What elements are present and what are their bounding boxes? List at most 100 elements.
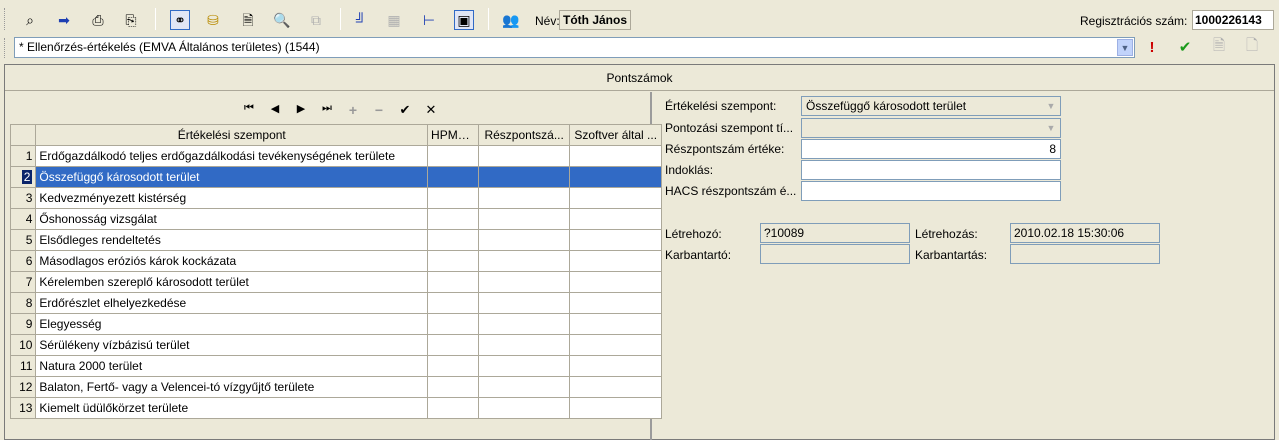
toolbar-grip[interactable] [4,8,7,30]
table-row[interactable]: 7 Kérelemben szereplő károsodott terület [9,271,662,293]
hpme-cell[interactable] [427,145,479,167]
check-icon[interactable]: ✔ [1176,38,1194,56]
szempont-cell[interactable]: Kiemelt üdülőkörzet területe [35,397,429,419]
szempont-cell[interactable]: Összefüggő károsodott terület [35,166,429,188]
row-number[interactable]: 7 [9,271,37,293]
exclamation-icon[interactable]: ! [1143,38,1161,56]
reszpontszam-cell[interactable] [477,355,571,377]
hpme-cell[interactable] [427,229,479,251]
table-row[interactable]: 9 Elegyesség [9,313,662,335]
row-number[interactable]: 2 [9,166,37,188]
szoftver-cell[interactable] [569,355,662,377]
reszpontszam-cell[interactable] [477,334,571,356]
row-number[interactable]: 6 [9,250,37,272]
users-icon[interactable]: 👥 [501,10,521,30]
reszpontszam-input[interactable]: 8 [801,139,1061,159]
szoftver-cell[interactable] [569,292,662,314]
szempont-cell[interactable]: Erdőgazdálkodó teljes erdőgazdálkodási t… [35,145,429,167]
szoftver-cell[interactable] [569,313,662,335]
row-number[interactable]: 4 [9,208,37,230]
table-row[interactable]: 11 Natura 2000 terület [9,355,662,377]
szoftver-cell[interactable] [569,187,662,209]
indoklas-input[interactable] [801,160,1061,180]
table-row[interactable]: 6 Másodlagos eróziós károk kockázata [9,250,662,272]
szoftver-cell[interactable] [569,397,662,419]
szoftver-cell[interactable] [569,250,662,272]
next-record-icon[interactable]: ▶ [288,102,314,118]
reszpontszam-cell[interactable] [477,229,571,251]
row-number[interactable]: 10 [9,334,37,356]
szempont-cell[interactable]: Kérelemben szereplő károsodott terület [35,271,429,293]
tree-icon[interactable]: ⊢ [419,10,439,30]
hpme-cell[interactable] [427,187,479,209]
szoftver-cell[interactable] [569,208,662,230]
szempont-cell[interactable]: Elsődleges rendeltetés [35,229,429,251]
table-row[interactable]: 2 Összefüggő károsodott terület [9,166,662,188]
reszpontszam-cell[interactable] [477,145,571,167]
reszpontszam-cell[interactable] [477,166,571,188]
row-number[interactable]: 9 [9,313,37,335]
szempont-cell[interactable]: Őshonosság vizsgálat [35,208,429,230]
tree-connector-icon[interactable]: ╝ [351,10,371,30]
table-row[interactable]: 4 Őshonosság vizsgálat [9,208,662,230]
column-header-hpme[interactable]: HPME... [427,124,479,146]
last-record-icon[interactable]: ⏭ [314,102,340,118]
reszpontszam-cell[interactable] [477,250,571,272]
hpme-cell[interactable] [427,355,479,377]
reszpontszam-cell[interactable] [477,292,571,314]
szoftver-cell[interactable] [569,376,662,398]
szempont-cell[interactable]: Erdőrészlet elhelyezkedése [35,292,429,314]
add-record-icon[interactable]: + [340,102,366,118]
column-header-reszpontszam[interactable]: Részpontszá... [477,124,571,146]
row-number[interactable]: 11 [9,355,37,377]
document-icon[interactable]: 🗎 [238,10,258,30]
binoculars-icon[interactable]: ⌕ [20,10,40,30]
document-search-icon[interactable]: 🔍 [272,10,292,30]
hpme-cell[interactable] [427,334,479,356]
hpme-cell[interactable] [427,208,479,230]
cancel-record-icon[interactable]: ✕ [418,102,444,118]
szoftver-cell[interactable] [569,145,662,167]
szempont-cell[interactable]: Másodlagos eróziós károk kockázata [35,250,429,272]
table-row[interactable]: 12 Balaton, Fertő- vagy a Velencei-tó víz… [9,376,662,398]
chevron-down-icon[interactable]: ▼ [1043,120,1059,136]
hpme-cell[interactable] [427,250,479,272]
row-number[interactable]: 8 [9,292,37,314]
szempont-cell[interactable]: Sérülékeny vízbázisú terület [35,334,429,356]
reszpontszam-cell[interactable] [477,376,571,398]
post-record-icon[interactable]: ✔ [392,102,418,118]
row-number[interactable]: 3 [9,187,37,209]
hpme-cell[interactable] [427,397,479,419]
hpme-cell[interactable] [427,376,479,398]
prev-record-icon[interactable]: ◀ [262,102,288,118]
window-icon[interactable]: ▣ [454,10,474,30]
reszpontszam-cell[interactable] [477,208,571,230]
table-row[interactable]: 8 Erdőrészlet elhelyezkedése [9,292,662,314]
print-preview-icon[interactable]: ⎘ [121,10,141,30]
reszpontszam-cell[interactable] [477,271,571,293]
szempont-cell[interactable]: Natura 2000 terület [35,355,429,377]
szoftver-cell[interactable] [569,271,662,293]
hpme-cell[interactable] [427,313,479,335]
ertekelesi-szempont-select[interactable]: Összefüggő károsodott terület ▼ [801,96,1061,116]
links-icon[interactable]: ⚭ [170,10,190,30]
first-record-icon[interactable]: ⏮ [236,102,262,118]
column-header-szoftver[interactable]: Szoftver által ... [569,124,662,146]
hpme-cell[interactable] [427,271,479,293]
hpme-cell[interactable] [427,166,479,188]
szoftver-cell[interactable] [569,166,662,188]
szempont-cell[interactable]: Elegyesség [35,313,429,335]
column-header-szempont[interactable]: Értékelési szempont [35,124,429,146]
row-number[interactable]: 12 [9,376,37,398]
reszpontszam-cell[interactable] [477,313,571,335]
database-icon[interactable]: ⛁ [203,10,223,30]
table-row[interactable]: 5 Elsődleges rendeltetés [9,229,662,251]
table-row[interactable]: 10 Sérülékeny vízbázisú terület [9,334,662,356]
pontozasi-szempont-select[interactable]: ▼ [801,118,1061,138]
chevron-down-icon[interactable]: ▼ [1117,39,1133,56]
delete-record-icon[interactable]: − [366,102,392,118]
reszpontszam-cell[interactable] [477,187,571,209]
arrow-right-icon[interactable]: ➡ [54,10,74,30]
print-icon[interactable]: ⎙ [88,10,108,30]
table-row[interactable]: 13 Kiemelt üdülőkörzet területe [9,397,662,419]
